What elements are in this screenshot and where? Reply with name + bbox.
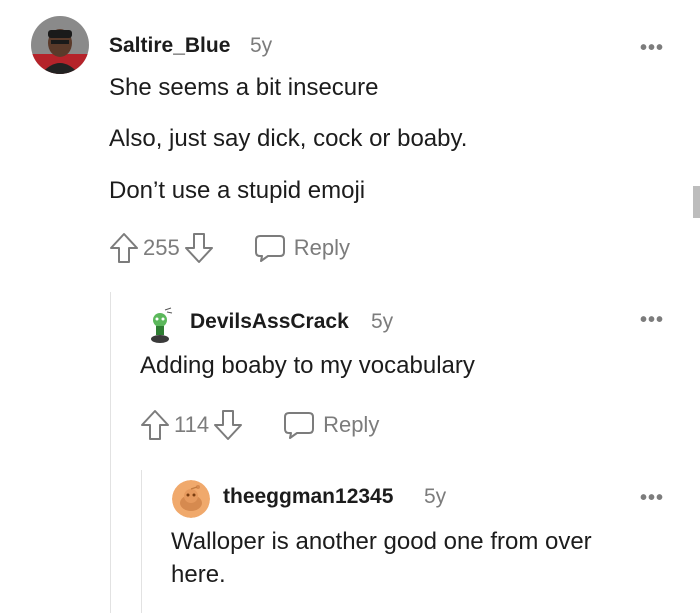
comment-age: 5y (424, 485, 447, 508)
user-photo-icon (31, 16, 89, 74)
more-options-icon[interactable]: ••• (640, 38, 664, 58)
reply-label: Reply (323, 412, 380, 437)
reply-button[interactable]: Reply (254, 233, 350, 263)
comment-body-line: Don’t use a stupid emoji (109, 177, 366, 204)
upvote-icon[interactable] (109, 232, 139, 264)
comment-actions: 114 Reply (140, 409, 379, 441)
comment-age: 5y (371, 310, 394, 333)
downvote-icon[interactable] (184, 232, 214, 264)
username[interactable]: DevilsAssCrack (190, 310, 349, 334)
comment-actions: 255 Reply (109, 232, 350, 264)
more-options-icon[interactable]: ••• (640, 310, 664, 330)
reply-label: Reply (293, 235, 350, 260)
more-options-icon[interactable]: ••• (640, 488, 664, 508)
comment-age: 5y (250, 34, 273, 57)
thread-line-level-2[interactable] (141, 470, 142, 613)
downvote-icon[interactable] (213, 409, 243, 441)
vote-count: 114 (174, 412, 210, 437)
default-snoo-avatar-icon (172, 480, 210, 518)
username[interactable]: Saltire_Blue (109, 34, 230, 58)
avatar[interactable] (31, 16, 89, 74)
thread-line-level-1[interactable] (110, 292, 111, 613)
avatar[interactable] (145, 306, 175, 344)
comment-bubble-icon (254, 235, 285, 262)
comment-body-line: Adding boaby to my vocabulary (140, 352, 475, 379)
reply-button[interactable]: Reply (283, 410, 379, 440)
username[interactable]: theeggman12345 (223, 485, 393, 509)
vote-count: 255 (143, 235, 180, 260)
snoo-avatar-icon (151, 307, 173, 343)
comment-body-line: Walloper is another good one from over (171, 528, 592, 555)
comment-body-line: Also, just say dick, cock or boaby. (109, 125, 468, 152)
comment-body-line: here. (171, 561, 226, 588)
avatar[interactable] (172, 480, 210, 518)
upvote-icon[interactable] (140, 409, 170, 441)
scrollbar-thumb[interactable] (693, 186, 700, 218)
comment-bubble-icon (284, 412, 315, 439)
comment-body-line: She seems a bit insecure (109, 74, 379, 101)
